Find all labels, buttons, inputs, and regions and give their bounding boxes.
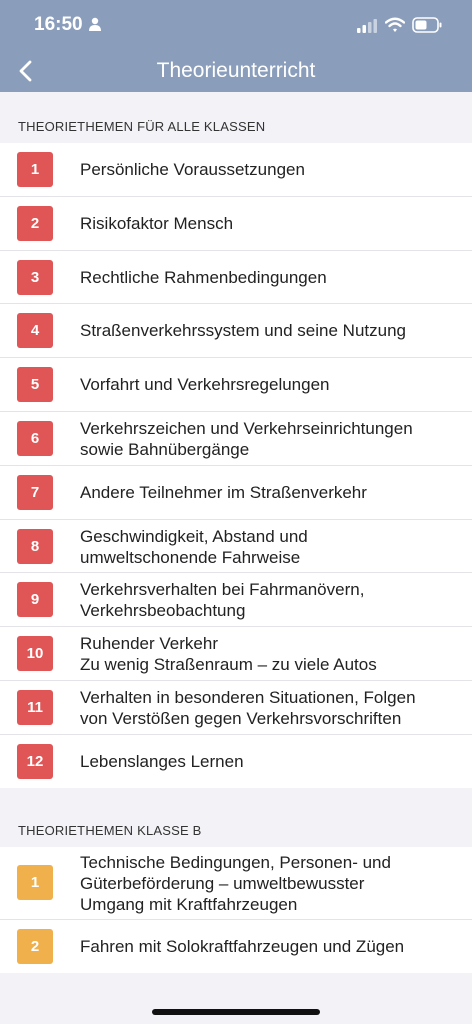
page-title: Theorieunterricht: [156, 59, 316, 82]
list-item[interactable]: 1 Persönliche Voraussetzungen: [0, 143, 472, 197]
topic-number-badge: 11: [17, 690, 53, 725]
topic-label: Verhalten in besonderen Situationen, Fol…: [80, 688, 416, 728]
wifi-icon: [385, 17, 405, 32]
list-item[interactable]: 7 Andere Teilnehmer im Straßenverkehr: [0, 466, 472, 520]
topic-label: Ruhender Verkehr Zu wenig Straßenraum – …: [80, 634, 377, 674]
list-item[interactable]: 8 Geschwindigkeit, Abstand und umweltsch…: [0, 520, 472, 573]
section-header-class-b: THEORIETHEMEN KLASSE B: [18, 823, 202, 838]
topic-number-badge: 12: [17, 744, 53, 779]
topic-label: Rechtliche Rahmenbedingungen: [80, 268, 327, 287]
list-item[interactable]: 2 Fahren mit Solokraftfahrzeugen und Züg…: [0, 920, 472, 973]
topic-label: Straßenverkehrssystem und seine Nutzung: [80, 321, 406, 340]
topic-number-badge: 2: [17, 929, 53, 964]
cellular-signal-icon: [357, 19, 377, 33]
list-item[interactable]: 5 Vorfahrt und Verkehrsregelungen: [0, 358, 472, 412]
topic-number-badge: 1: [17, 152, 53, 187]
topic-number-badge: 5: [17, 367, 53, 402]
topic-list-all-classes: 1 Persönliche Voraussetzungen 2 Risikofa…: [0, 143, 472, 788]
topic-label: Fahren mit Solokraftfahrzeugen und Zügen: [80, 937, 405, 956]
topic-number-badge: 10: [17, 636, 53, 671]
topic-list-class-b: 1 Technische Bedingungen, Personen- und …: [0, 847, 472, 973]
topic-label: Verkehrszeichen und Verkehrseinrichtunge…: [80, 419, 413, 459]
topic-number-badge: 3: [17, 260, 53, 295]
navigation-bar: Theorieunterricht: [0, 50, 472, 92]
section-header-all-classes: THEORIETHEMEN FÜR ALLE KLASSEN: [18, 119, 266, 134]
topic-number-badge: 9: [17, 582, 53, 617]
list-item[interactable]: 6 Verkehrszeichen und Verkehrseinrichtun…: [0, 412, 472, 466]
list-item[interactable]: 12 Lebenslanges Lernen: [0, 735, 472, 788]
topic-number-badge: 8: [17, 529, 53, 564]
topic-number-badge: 7: [17, 475, 53, 510]
status-bar: 16:50: [0, 0, 472, 50]
list-item[interactable]: 4 Straßenverkehrssystem und seine Nutzun…: [0, 304, 472, 358]
topic-label: Persönliche Voraussetzungen: [80, 160, 305, 179]
list-item[interactable]: 11 Verhalten in besonderen Situationen, …: [0, 681, 472, 735]
status-time: 16:50: [34, 14, 83, 35]
list-item[interactable]: 3 Rechtliche Rahmenbedingungen: [0, 251, 472, 304]
header-bar: 16:50 Theorieunterricht: [0, 0, 472, 92]
topic-number-badge: 6: [17, 421, 53, 456]
battery-icon: [412, 17, 442, 33]
list-item[interactable]: 1 Technische Bedingungen, Personen- und …: [0, 847, 472, 920]
topic-label: Lebenslanges Lernen: [80, 752, 244, 771]
topic-label: Geschwindigkeit, Abstand und umweltschon…: [80, 527, 308, 567]
topic-label: Vorfahrt und Verkehrsregelungen: [80, 375, 330, 394]
topic-label: Technische Bedingungen, Personen- und Gü…: [80, 853, 391, 914]
person-icon: [89, 17, 101, 31]
home-indicator: [152, 1009, 320, 1015]
topic-number-badge: 1: [17, 865, 53, 900]
topic-number-badge: 4: [17, 313, 53, 348]
topic-label: Verkehrsverhalten bei Fahrmanövern, Verk…: [80, 580, 365, 620]
list-item[interactable]: 9 Verkehrsverhalten bei Fahrmanövern, Ve…: [0, 573, 472, 627]
topic-label: Andere Teilnehmer im Straßenverkehr: [80, 483, 367, 502]
topic-number-badge: 2: [17, 206, 53, 241]
list-item[interactable]: 2 Risikofaktor Mensch: [0, 197, 472, 251]
list-item[interactable]: 10 Ruhender Verkehr Zu wenig Straßenraum…: [0, 627, 472, 681]
topic-label: Risikofaktor Mensch: [80, 214, 234, 233]
